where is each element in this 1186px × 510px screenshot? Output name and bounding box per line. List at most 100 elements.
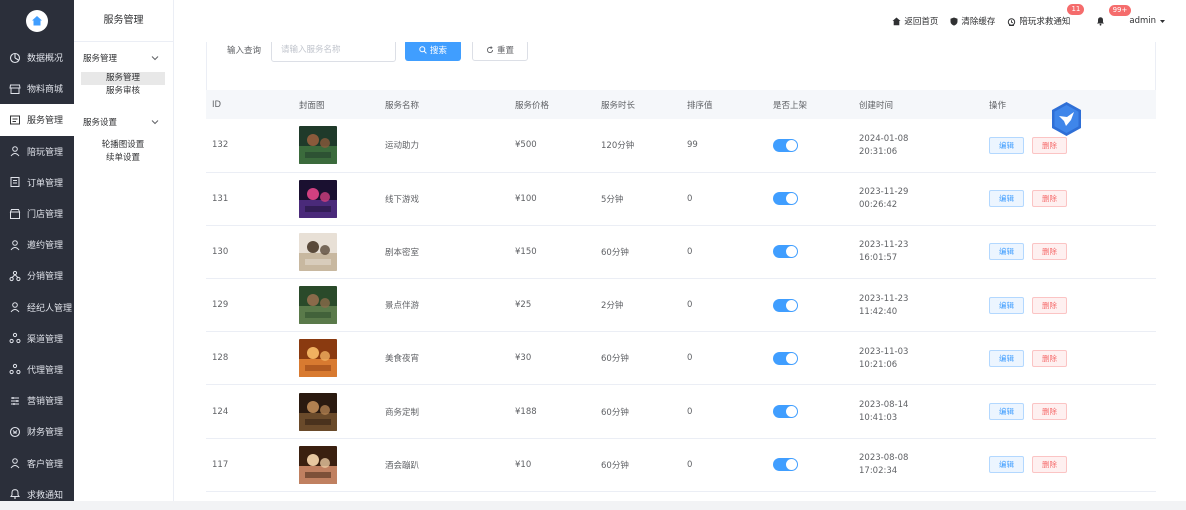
cell-actions: 编辑 删除	[983, 438, 1156, 492]
cell-sort: 0	[681, 438, 767, 492]
delete-button[interactable]: 删除	[1032, 243, 1067, 261]
cover-image[interactable]	[299, 392, 337, 431]
search-input[interactable]	[271, 42, 397, 62]
on-shelf-toggle[interactable]	[773, 298, 798, 312]
cell-price: ¥25	[509, 278, 595, 333]
sidebar-item[interactable]: 分销管理	[0, 260, 74, 291]
cover-image[interactable]	[299, 339, 337, 378]
cell-name: 线下游戏	[379, 172, 509, 226]
sidebar-item[interactable]: 求救通知	[0, 479, 74, 510]
submenu-group-service[interactable]: 服务管理	[74, 44, 173, 72]
on-shelf-toggle[interactable]	[773, 405, 798, 419]
sidebar-item-label: 陪玩管理	[27, 147, 64, 158]
edit-button[interactable]: 编辑	[989, 136, 1024, 154]
clear-cache-link[interactable]: 清除缓存	[950, 15, 995, 27]
created-date: 2024-01-08	[859, 133, 909, 144]
submenu-title: 服务管理	[74, 0, 173, 42]
delete-button[interactable]: 删除	[1032, 296, 1067, 314]
delete-button[interactable]: 删除	[1032, 456, 1067, 474]
cell-name: 剧本密室	[379, 225, 509, 280]
submenu-group-label: 服务设置	[83, 118, 118, 128]
sidebar-item-label: 代理管理	[27, 365, 64, 376]
on-shelf-toggle[interactable]	[773, 351, 798, 365]
cell-duration: 60分钟	[595, 331, 681, 386]
delete-button[interactable]: 删除	[1032, 136, 1067, 154]
submenu-item-banner-settings[interactable]: 轮播图设置	[81, 139, 165, 152]
search-button[interactable]: 搜索	[405, 42, 462, 61]
delete-button[interactable]: 删除	[1032, 403, 1067, 421]
sidebar-item[interactable]: 渠道管理	[0, 323, 74, 354]
companion-icon	[9, 145, 21, 157]
on-shelf-toggle[interactable]	[773, 138, 798, 152]
submenu-item-service-manage[interactable]: 服务管理	[81, 72, 165, 85]
sidebar-item[interactable]: 客户管理	[0, 447, 74, 478]
sos-notice-link[interactable]: 陪玩求救通知 11	[1007, 4, 1085, 27]
marketing-icon	[9, 395, 21, 407]
column-header-id[interactable]: ID	[206, 90, 293, 119]
order-icon	[9, 176, 21, 188]
on-shelf-toggle[interactable]	[773, 245, 798, 259]
sidebar-item[interactable]: 物料商城	[0, 73, 74, 104]
bird-logo-icon[interactable]	[1050, 101, 1083, 137]
delete-button[interactable]: 删除	[1032, 190, 1067, 208]
delete-button[interactable]: 删除	[1032, 349, 1067, 367]
bell-badge: 99+	[1108, 5, 1132, 16]
distribution-icon	[9, 270, 21, 282]
edit-button[interactable]: 编辑	[989, 456, 1024, 474]
sos-badge: 11	[1067, 4, 1085, 15]
on-shelf-toggle[interactable]	[773, 192, 798, 206]
sidebar-item[interactable]: 营销管理	[0, 385, 74, 416]
sidebar-item[interactable]: 订单管理	[0, 167, 74, 198]
store-icon	[9, 208, 21, 220]
created-time: 10:41:03	[859, 413, 898, 424]
cell-on-shelf	[767, 438, 853, 492]
cover-image[interactable]	[299, 286, 337, 325]
column-header-name: 服务名称	[379, 90, 509, 119]
cell-duration: 5分钟	[595, 172, 681, 226]
cell-name: 酒会蹦趴	[379, 438, 509, 492]
sidebar-item[interactable]: 服务管理	[0, 104, 74, 136]
notification-bell[interactable]: 99+	[1096, 5, 1132, 26]
cell-cover	[293, 331, 379, 386]
submenu-group-settings[interactable]: 服务设置	[74, 108, 173, 136]
user-dropdown[interactable]: admin	[1129, 16, 1166, 26]
logo[interactable]	[0, 0, 74, 42]
sidebar-item[interactable]: 陪玩管理	[0, 136, 74, 167]
cell-duration: 120分钟	[595, 119, 681, 173]
created-time: 16:01:57	[859, 253, 898, 264]
sidebar-item[interactable]: 财务管理	[0, 416, 74, 447]
chevron-down-icon	[151, 56, 159, 61]
sidebar-item[interactable]: 邀约管理	[0, 229, 74, 260]
submenu-item-renew-settings[interactable]: 续单设置	[81, 152, 165, 165]
cell-sort: 0	[681, 172, 767, 226]
sidebar-item-label: 求救通知	[27, 490, 64, 501]
sidebar-item[interactable]: 数据概况	[0, 42, 74, 73]
edit-button[interactable]: 编辑	[989, 296, 1024, 314]
return-home-link[interactable]: 返回首页	[892, 15, 938, 27]
cover-image[interactable]	[299, 126, 337, 165]
reset-button[interactable]: 重置	[472, 42, 529, 61]
cover-image[interactable]	[299, 445, 337, 484]
cell-sort: 0	[681, 331, 767, 386]
on-shelf-toggle[interactable]	[773, 458, 798, 472]
sidebar-item[interactable]: 门店管理	[0, 198, 74, 229]
cell-created: 2024-01-08 20:31:06	[853, 119, 983, 173]
cell-actions: 编辑 删除	[983, 225, 1156, 280]
edit-button[interactable]: 编辑	[989, 403, 1024, 421]
sidebar-item-label: 订单管理	[27, 178, 64, 189]
edit-button[interactable]: 编辑	[989, 349, 1024, 367]
edit-button[interactable]: 编辑	[989, 190, 1024, 208]
sidebar-item[interactable]: 代理管理	[0, 354, 74, 385]
cover-image[interactable]	[299, 232, 337, 271]
cell-price: ¥30	[509, 331, 595, 386]
top-actions: 返回首页 清除缓存 陪玩求救通知 11 99+ admin	[892, 0, 1166, 42]
cover-image[interactable]	[299, 179, 337, 218]
submenu-item-service-review[interactable]: 服务审核	[81, 85, 165, 98]
sos-notice-label: 陪玩求救通知	[1019, 17, 1071, 27]
table-row: 129 景点伴游 ¥25 2分钟 0 2023-11-23 11:42:40 编辑 删除	[206, 278, 1156, 333]
cell-id: 130	[206, 225, 293, 280]
created-date: 2023-11-29	[859, 187, 909, 198]
cell-on-shelf	[767, 278, 853, 333]
edit-button[interactable]: 编辑	[989, 243, 1024, 261]
sidebar-item[interactable]: 经纪人管理	[0, 292, 74, 323]
